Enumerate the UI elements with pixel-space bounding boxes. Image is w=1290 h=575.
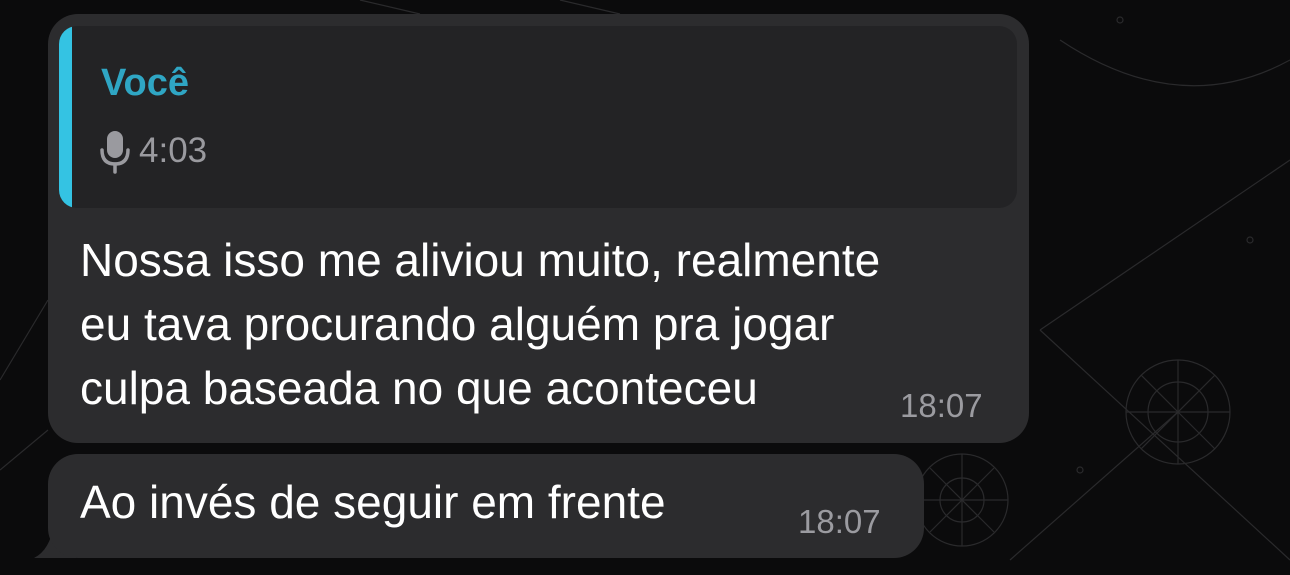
voice-duration: 4:03 [139,131,208,170]
reply-quote-accent-bar [59,26,72,208]
reply-quote-author: Você [101,62,190,104]
message-timestamp: 18:07 [900,387,983,424]
message-text: Nossa isso me aliviou muito, realmente e… [80,234,881,414]
reply-quote-voice-info: 4:03 [97,126,207,176]
message-timestamp: 18:07 [798,503,881,540]
message-text: Ao invés de seguir em frente [80,476,666,528]
microphone-icon [100,131,130,174]
reply-quote[interactable]: Você 4:03 [59,26,1017,208]
